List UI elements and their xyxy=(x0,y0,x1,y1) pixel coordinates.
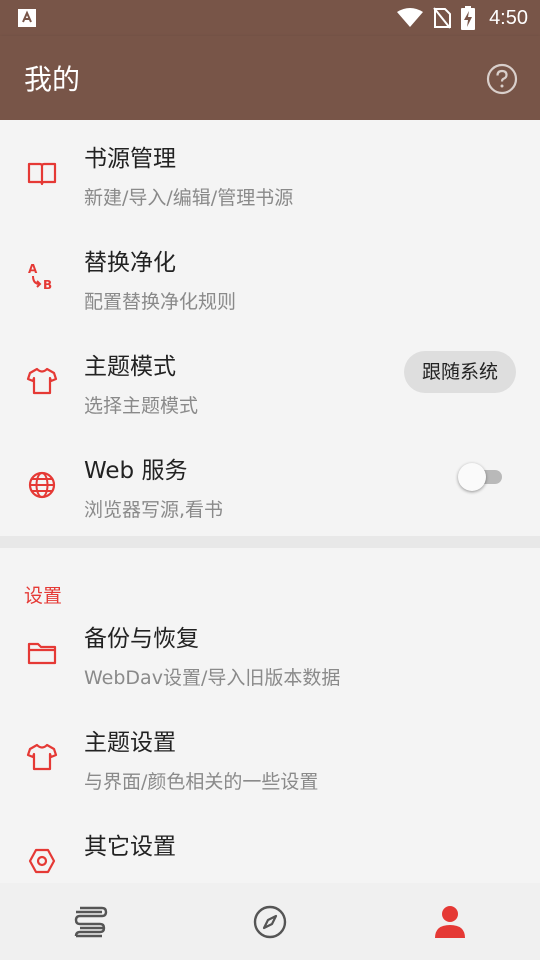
book-icon xyxy=(27,162,57,186)
other-settings-item[interactable]: 其它设置 xyxy=(0,808,540,883)
bottom-navigation xyxy=(0,883,540,960)
settings-list[interactable]: 书源管理 新建/导入/编辑/管理书源 A B 替换净化 配置替换净化规则 主题模… xyxy=(0,120,540,883)
person-icon xyxy=(435,905,465,938)
replace-rule-item[interactable]: A B 替换净化 配置替换净化规则 xyxy=(0,224,540,328)
item-subtitle: 选择主题模式 xyxy=(84,395,199,417)
settings-card: 设置 备份与恢复 WebDav设置/导入旧版本数据 主题设置 与界面/颜色相关的… xyxy=(0,548,540,883)
status-bar: 4:50 xyxy=(0,0,540,36)
folder-icon xyxy=(27,642,57,665)
shirt-icon xyxy=(26,743,58,771)
theme-mode-chip[interactable]: 跟随系统 xyxy=(403,351,516,393)
bookshelf-icon xyxy=(74,906,108,937)
item-title: 书源管理 xyxy=(84,146,176,172)
globe-icon xyxy=(28,471,56,499)
app-notification-icon xyxy=(18,9,36,27)
item-subtitle: 浏览器写源,看书 xyxy=(84,499,224,521)
item-title: Web 服务 xyxy=(84,458,188,484)
theme-mode-item[interactable]: 主题模式 选择主题模式 跟随系统 xyxy=(0,328,540,432)
svg-text:A: A xyxy=(28,262,38,276)
theme-settings-item[interactable]: 主题设置 与界面/颜色相关的一些设置 xyxy=(0,704,540,808)
item-subtitle: 与界面/颜色相关的一些设置 xyxy=(84,771,319,793)
item-title: 其它设置 xyxy=(84,834,176,860)
help-circle-icon[interactable] xyxy=(486,63,518,95)
item-title: 主题设置 xyxy=(84,730,176,756)
wifi-icon xyxy=(397,8,424,27)
main-card: 书源管理 新建/导入/编辑/管理书源 A B 替换净化 配置替换净化规则 主题模… xyxy=(0,120,540,536)
battery-charging-icon xyxy=(461,6,476,30)
backup-restore-item[interactable]: 备份与恢复 WebDav设置/导入旧版本数据 xyxy=(0,600,540,704)
item-title: 主题模式 xyxy=(84,354,176,380)
item-subtitle: 配置替换净化规则 xyxy=(84,291,237,313)
no-sim-icon xyxy=(433,7,452,29)
section-divider xyxy=(0,536,540,548)
compass-icon xyxy=(253,905,287,938)
web-service-item[interactable]: Web 服务 浏览器写源,看书 xyxy=(0,432,540,536)
replace-ab-icon: A B xyxy=(28,262,52,292)
item-subtitle: WebDav设置/导入旧版本数据 xyxy=(84,667,341,689)
item-title: 备份与恢复 xyxy=(84,626,199,652)
nav-discover[interactable] xyxy=(180,883,360,960)
toggle-thumb xyxy=(458,463,486,491)
item-subtitle: 新建/导入/编辑/管理书源 xyxy=(84,187,294,209)
clock: 4:50 xyxy=(489,6,528,29)
item-title: 替换净化 xyxy=(84,250,176,276)
page-title: 我的 xyxy=(24,63,81,96)
shirt-icon xyxy=(26,367,58,395)
svg-text:B: B xyxy=(43,278,52,292)
book-source-item[interactable]: 书源管理 新建/导入/编辑/管理书源 xyxy=(0,120,540,224)
nav-bookshelf[interactable] xyxy=(0,883,180,960)
nav-my[interactable] xyxy=(360,883,540,960)
web-service-toggle[interactable] xyxy=(458,463,502,491)
app-bar: 我的 xyxy=(0,36,540,120)
settings-group-header: 设置 xyxy=(0,548,540,607)
hexagon-settings-icon xyxy=(28,848,56,874)
